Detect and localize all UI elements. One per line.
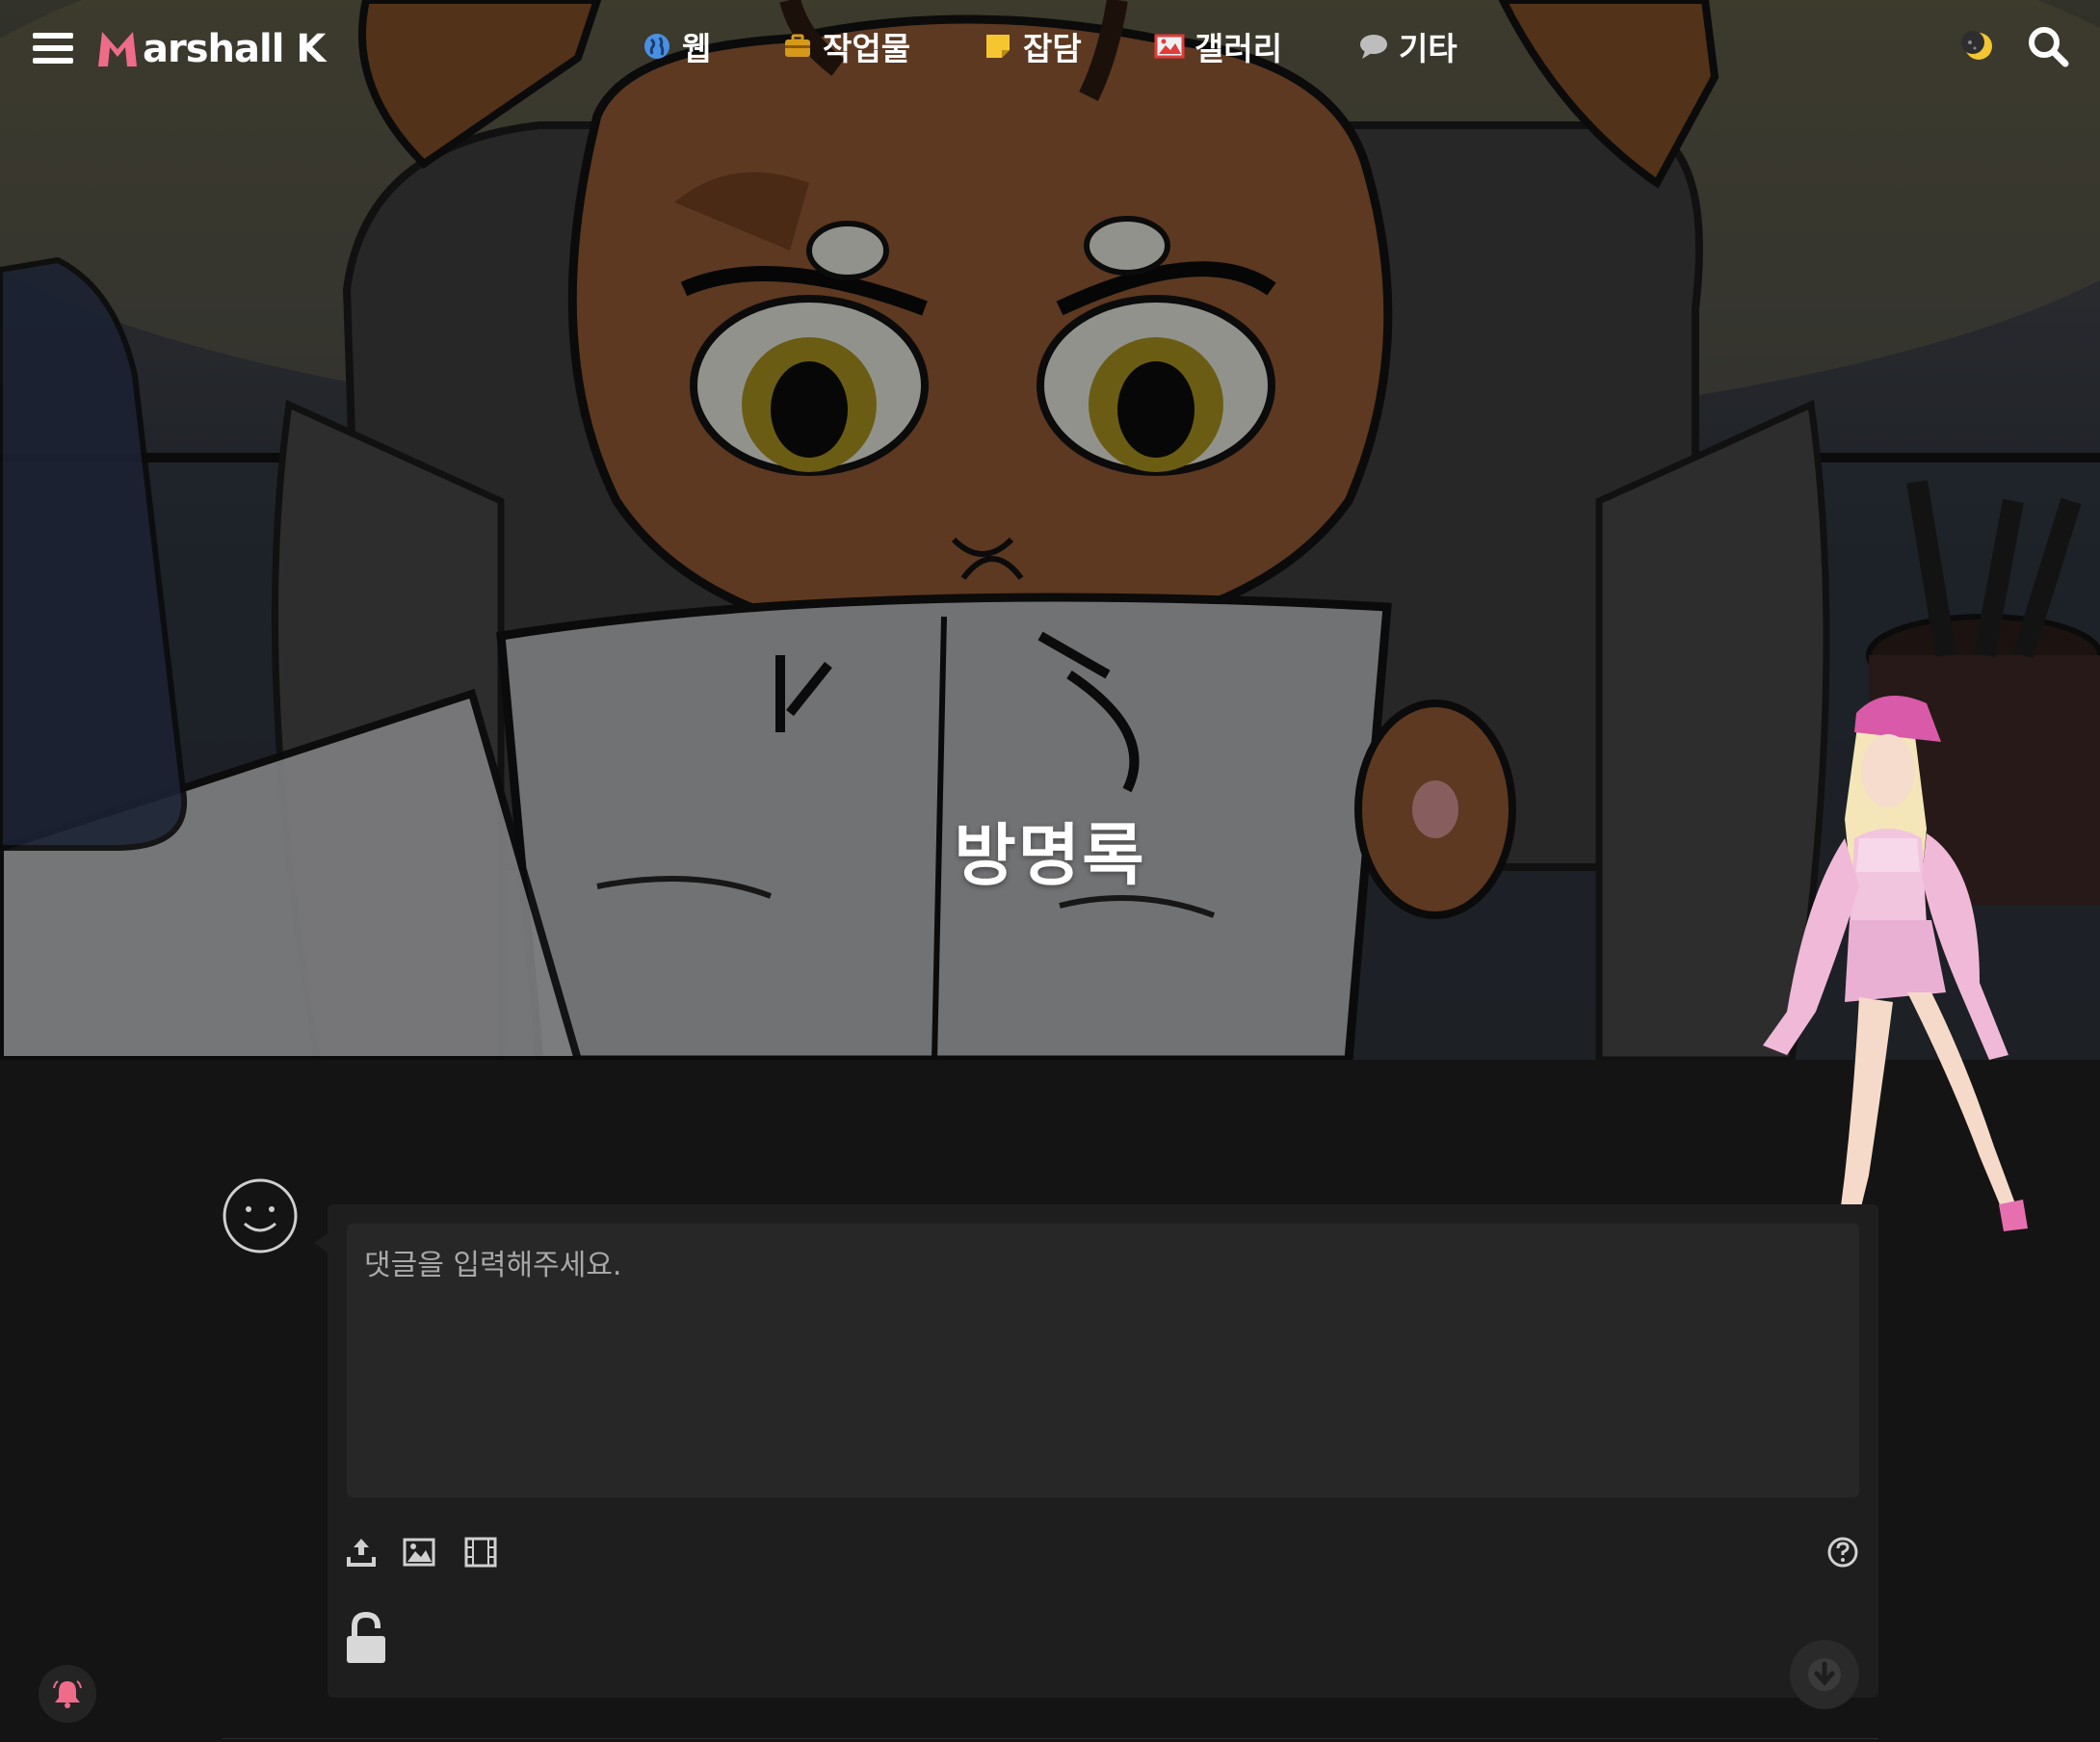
- film-icon[interactable]: [464, 1536, 497, 1569]
- arrow-down-icon: [1808, 1658, 1841, 1691]
- search-icon[interactable]: [2027, 25, 2069, 67]
- site-logo[interactable]: arshall K: [94, 25, 326, 73]
- upload-icon[interactable]: [345, 1536, 378, 1569]
- image-upload-icon[interactable]: [403, 1536, 435, 1569]
- user-avatar-icon: [223, 1178, 298, 1254]
- nav-item-label: 잡담: [1023, 30, 1082, 67]
- dark-mode-toggle-icon[interactable]: [1961, 29, 1996, 64]
- site-logo-text: arshall K: [143, 27, 326, 71]
- hamburger-menu-icon[interactable]: [33, 29, 75, 67]
- comment-form: [314, 1204, 1878, 1709]
- divider: [222, 1738, 1878, 1739]
- nav-item-works[interactable]: 작업물: [782, 23, 910, 69]
- globe-icon: [644, 34, 669, 59]
- nav-item-label: 웹: [682, 30, 712, 67]
- nav-item-gallery[interactable]: 갤러리: [1154, 23, 1282, 69]
- logo-m-icon: [98, 32, 137, 66]
- comment-input[interactable]: [347, 1224, 1859, 1497]
- bell-icon: [53, 1680, 82, 1708]
- nav-item-label: 작업물: [823, 30, 911, 67]
- nav-item-label: 갤러리: [1194, 30, 1283, 67]
- nav-item-web[interactable]: 웹: [642, 23, 711, 69]
- nav-item-etc[interactable]: 기타: [1358, 23, 1457, 69]
- top-navigation: arshall K 웹 작업물 잡담 갤러리 기타: [0, 0, 2100, 96]
- character-figure-image: [1763, 696, 2028, 1272]
- notification-button[interactable]: [39, 1665, 96, 1723]
- nav-item-chat[interactable]: 잡담: [983, 23, 1082, 69]
- nav-item-label: 기타: [1399, 30, 1457, 67]
- speech-bubble-icon: [1360, 35, 1387, 59]
- question-circle-icon[interactable]: [1826, 1536, 1859, 1569]
- sticky-note-icon: [986, 35, 1010, 58]
- unlock-icon[interactable]: [345, 1611, 387, 1665]
- briefcase-icon: [785, 34, 810, 57]
- submit-button[interactable]: [1790, 1640, 1859, 1709]
- image-icon: [1154, 34, 1185, 59]
